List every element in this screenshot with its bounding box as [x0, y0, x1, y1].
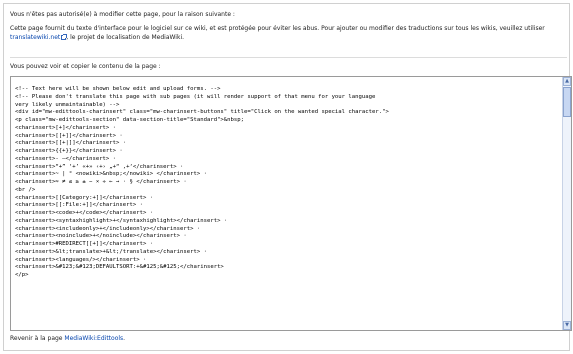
edittools-link[interactable]: MediaWiki:Edittools	[64, 335, 123, 342]
return-prefix: Revenir à la page	[10, 335, 65, 342]
translatewiki-link[interactable]: translatewiki.net	[10, 34, 60, 41]
scroll-down-arrow-icon[interactable]: ▼	[563, 321, 571, 330]
scroll-up-arrow-icon[interactable]: ▲	[563, 77, 571, 86]
permission-notice: Vous n'êtes pas autorisé(e) à modifier c…	[10, 10, 565, 47]
protection-text: Cette page fournit du texte d'interface …	[10, 25, 545, 32]
divider-top	[10, 57, 567, 58]
vertical-scrollbar[interactable]: ▲ ▼	[562, 77, 571, 330]
external-link-icon	[61, 34, 68, 40]
source-code[interactable]: <!-- Text here will be shown below edit …	[15, 86, 559, 280]
protection-explanation: Cette page fournit du texte d'interface …	[10, 24, 565, 42]
permission-reason: Vous n'êtes pas autorisé(e) à modifier c…	[10, 11, 235, 18]
scroll-thumb[interactable]	[563, 87, 571, 117]
source-label: Vous pouvez voir et copier le contenu de…	[10, 63, 161, 70]
source-textarea[interactable]: <!-- Text here will be shown below edit …	[10, 76, 572, 331]
protection-text-end: , le projet de localisation de MediaWiki…	[66, 34, 185, 41]
return-suffix: .	[123, 335, 126, 342]
return-link-line: Revenir à la page MediaWiki:Edittools.	[10, 335, 125, 342]
